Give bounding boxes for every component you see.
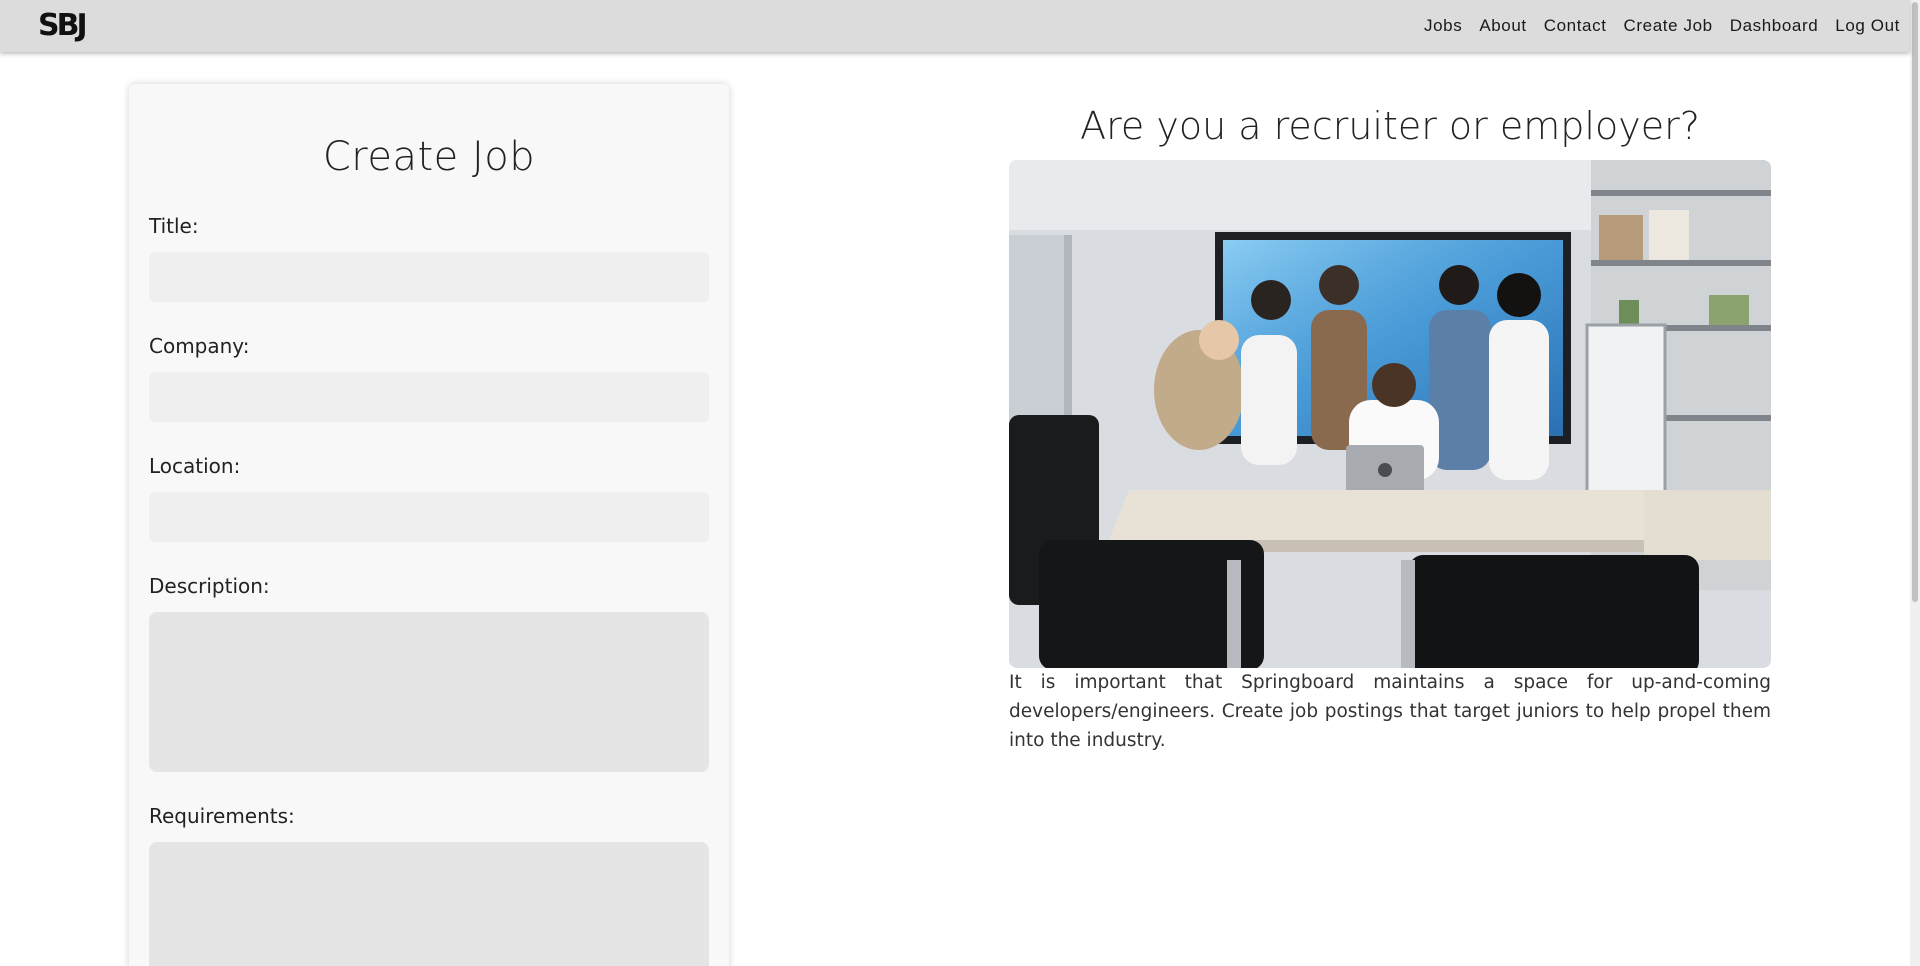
page-scrollbar[interactable] [1910, 0, 1920, 966]
nav-about-link[interactable]: About [1479, 16, 1526, 36]
team-meeting-photo [1009, 160, 1771, 668]
create-job-card: Create Job Title: Company: Location: Des… [129, 84, 729, 966]
top-navbar: SBJ Jobs About Contact Create Job Dashbo… [0, 0, 1910, 52]
requirements-textarea[interactable] [149, 842, 709, 966]
nav-dashboard-link[interactable]: Dashboard [1730, 16, 1819, 36]
nav-contact-link[interactable]: Contact [1544, 16, 1607, 36]
nav-logout-link[interactable]: Log Out [1835, 16, 1900, 36]
title-input[interactable] [149, 252, 709, 302]
description-textarea[interactable] [149, 612, 709, 772]
nav-create-job-link[interactable]: Create Job [1624, 16, 1713, 36]
nav-links: Jobs About Contact Create Job Dashboard … [1407, 0, 1900, 52]
form-title: Create Job [322, 134, 536, 180]
title-label: Title: [149, 214, 199, 238]
location-input[interactable] [149, 492, 709, 542]
nav-jobs-link[interactable]: Jobs [1424, 16, 1462, 36]
company-input[interactable] [149, 372, 709, 422]
promo-description: It is important that Springboard maintai… [1009, 672, 1771, 751]
logo[interactable]: SBJ [38, 8, 88, 44]
description-label: Description: [149, 574, 270, 598]
scrollbar-thumb[interactable] [1912, 2, 1918, 602]
requirements-label: Requirements: [149, 804, 295, 828]
company-label: Company: [149, 334, 250, 358]
team-meeting-illustration [1009, 160, 1771, 668]
promo-heading: Are you a recruiter or employer? [1080, 104, 1700, 148]
location-label: Location: [149, 454, 241, 478]
